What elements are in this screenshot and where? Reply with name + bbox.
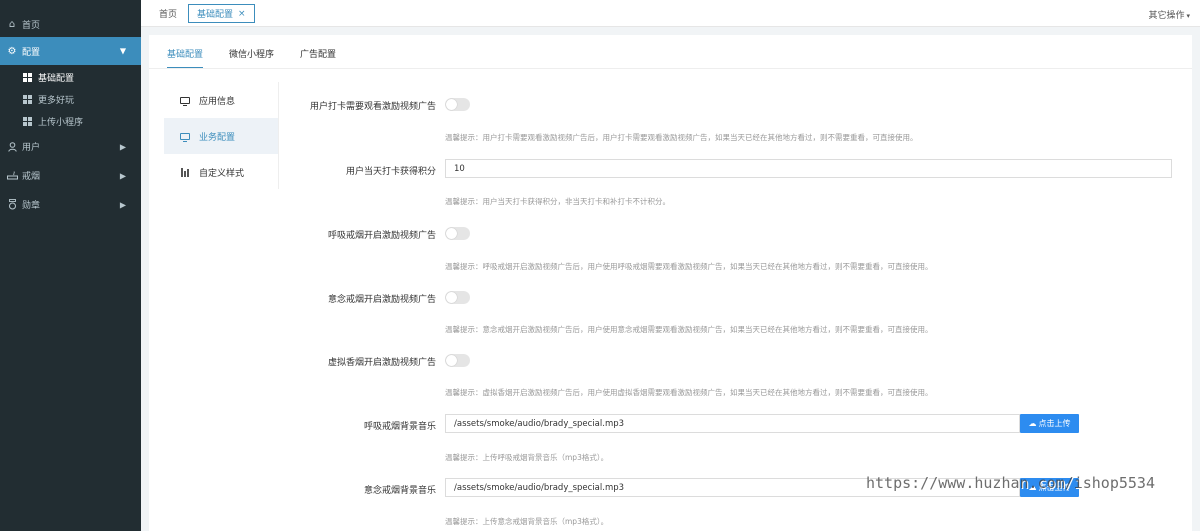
- tab-bar: 首页 基础配置 × 其它操作 ▾: [141, 0, 1200, 27]
- breathing-video-ad-toggle[interactable]: [445, 227, 470, 240]
- sidebar-subitem-basic-config[interactable]: 基础配置: [0, 66, 141, 88]
- sidebar-subitem-label: 基础配置: [38, 73, 75, 84]
- sidebar-subitem-upload-miniprogram[interactable]: 上传小程序: [0, 110, 141, 132]
- field-hint: 温馨提示：呼吸戒烟开启激励视频广告后，用户使用呼吸戒烟需要观看激励视频广告，如果…: [445, 262, 933, 271]
- field-hint: 温馨提示：上传呼吸戒烟背景音乐（mp3格式）。: [445, 453, 609, 462]
- sidebar-subitem-more-fun[interactable]: 更多好玩: [0, 88, 141, 110]
- watermark: https://www.huzhan.com/ishop5534: [866, 474, 1155, 492]
- field-hint: 温馨提示：用户当天打卡获得积分，非当天打卡和补打卡不计积分。: [445, 197, 670, 206]
- main-panel: 基础配置 微信小程序 广告配置 应用信息 业务配置 自定义样式 用户打卡需要观看…: [149, 35, 1192, 531]
- config-tabs: 基础配置 微信小程序 广告配置: [167, 47, 362, 69]
- mindful-video-ad-toggle[interactable]: [445, 291, 470, 304]
- gear-icon: ⚙: [7, 45, 17, 57]
- chevron-right-icon: ▶: [119, 171, 126, 180]
- tab-wechat-miniprogram[interactable]: 微信小程序: [229, 47, 274, 69]
- menu-item-label: 业务配置: [199, 132, 236, 143]
- sidebar-item-home[interactable]: ⌂ 首页: [0, 12, 141, 37]
- sidebar: ⌂ 首页 ⚙ 配置 ▼ 基础配置 更多好玩 上传小程序 用户 ▶ 戒烟 ▶ 勋章: [0, 0, 141, 531]
- close-icon[interactable]: ×: [238, 9, 246, 19]
- sidebar-item-label: 用户: [22, 143, 41, 153]
- sidebar-item-label: 配置: [22, 47, 41, 58]
- upload-button[interactable]: ☁ 点击上传: [1020, 414, 1079, 433]
- grid-icon: [23, 94, 32, 104]
- tab-label: 首页: [159, 10, 178, 20]
- field-label: 呼吸戒烟开启激励视频广告: [327, 231, 436, 241]
- checkin-points-input[interactable]: 10: [445, 159, 1172, 178]
- sidebar-item-user[interactable]: 用户 ▶: [0, 132, 141, 161]
- upload-label: 点击上传: [1038, 419, 1071, 428]
- monitor-icon: [179, 130, 191, 142]
- sidebar-subitem-label: 更多好玩: [38, 95, 75, 106]
- tab-ad-config[interactable]: 广告配置: [300, 47, 336, 69]
- sidebar-item-label: 戒烟: [22, 172, 41, 182]
- sidebar-subitem-label: 上传小程序: [38, 117, 84, 128]
- grid-icon: [23, 116, 32, 126]
- chevron-right-icon: ▶: [119, 200, 126, 209]
- field-label: 用户打卡需要观看激励视频广告: [309, 102, 436, 112]
- field-hint: 温馨提示：虚拟香烟开启激励视频广告后，用户使用虚拟香烟需要观看激励视频广告，如果…: [445, 388, 933, 397]
- sidebar-item-label: 首页: [22, 21, 41, 31]
- tab-basic-config[interactable]: 基础配置 ×: [188, 4, 255, 23]
- tab-basic-config-inner[interactable]: 基础配置: [167, 47, 204, 69]
- field-hint: 温馨提示：上传意念戒烟背景音乐（mp3格式）。: [445, 517, 609, 526]
- medal-icon: [6, 199, 18, 211]
- sidebar-item-medal[interactable]: 勋章 ▶: [0, 190, 141, 219]
- field-label: 意念戒烟开启激励视频广告: [327, 295, 436, 305]
- field-label: 用户当天打卡获得积分: [345, 167, 436, 177]
- virtual-cigarette-video-ad-toggle[interactable]: [445, 354, 470, 367]
- chevron-down-icon: ▼: [119, 46, 126, 56]
- tab-home[interactable]: 首页: [151, 4, 185, 23]
- sidebar-item-label: 勋章: [22, 201, 41, 211]
- sidebar-item-quit-smoking[interactable]: 戒烟 ▶: [0, 161, 141, 190]
- grid-icon: [23, 72, 32, 82]
- breathing-music-input[interactable]: /assets/smoke/audio/brady_special.mp3: [445, 414, 1020, 433]
- sidebar-item-config[interactable]: ⚙ 配置 ▼: [0, 37, 141, 65]
- tabs-divider: [149, 68, 1192, 69]
- field-hint: 温馨提示：用户打卡需要观看激励视频广告后，用户打卡需要观看激励视频广告，如果当天…: [445, 133, 918, 142]
- other-operations-label: 其它操作: [1148, 11, 1185, 21]
- chevron-right-icon: ▶: [119, 142, 126, 151]
- tab-label: 基础配置: [197, 10, 234, 20]
- caret-down-icon: ▾: [1186, 12, 1190, 20]
- cigarette-icon: [6, 170, 18, 182]
- field-label: 虚拟香烟开启激励视频广告: [327, 358, 436, 368]
- menu-item-business-config[interactable]: 业务配置: [164, 118, 278, 154]
- cloud-upload-icon: ☁: [1028, 419, 1037, 428]
- other-operations-dropdown[interactable]: 其它操作 ▾: [1148, 8, 1190, 21]
- field-label: 呼吸戒烟背景音乐: [363, 422, 436, 432]
- field-hint: 温馨提示：意念戒烟开启激励视频广告后，用户使用意念戒烟需要观看激励视频广告，如果…: [445, 325, 933, 334]
- user-icon: [6, 141, 18, 153]
- field-label: 意念戒烟背景音乐: [363, 486, 436, 496]
- checkin-video-ad-toggle[interactable]: [445, 98, 470, 111]
- home-icon: ⌂: [8, 19, 16, 30]
